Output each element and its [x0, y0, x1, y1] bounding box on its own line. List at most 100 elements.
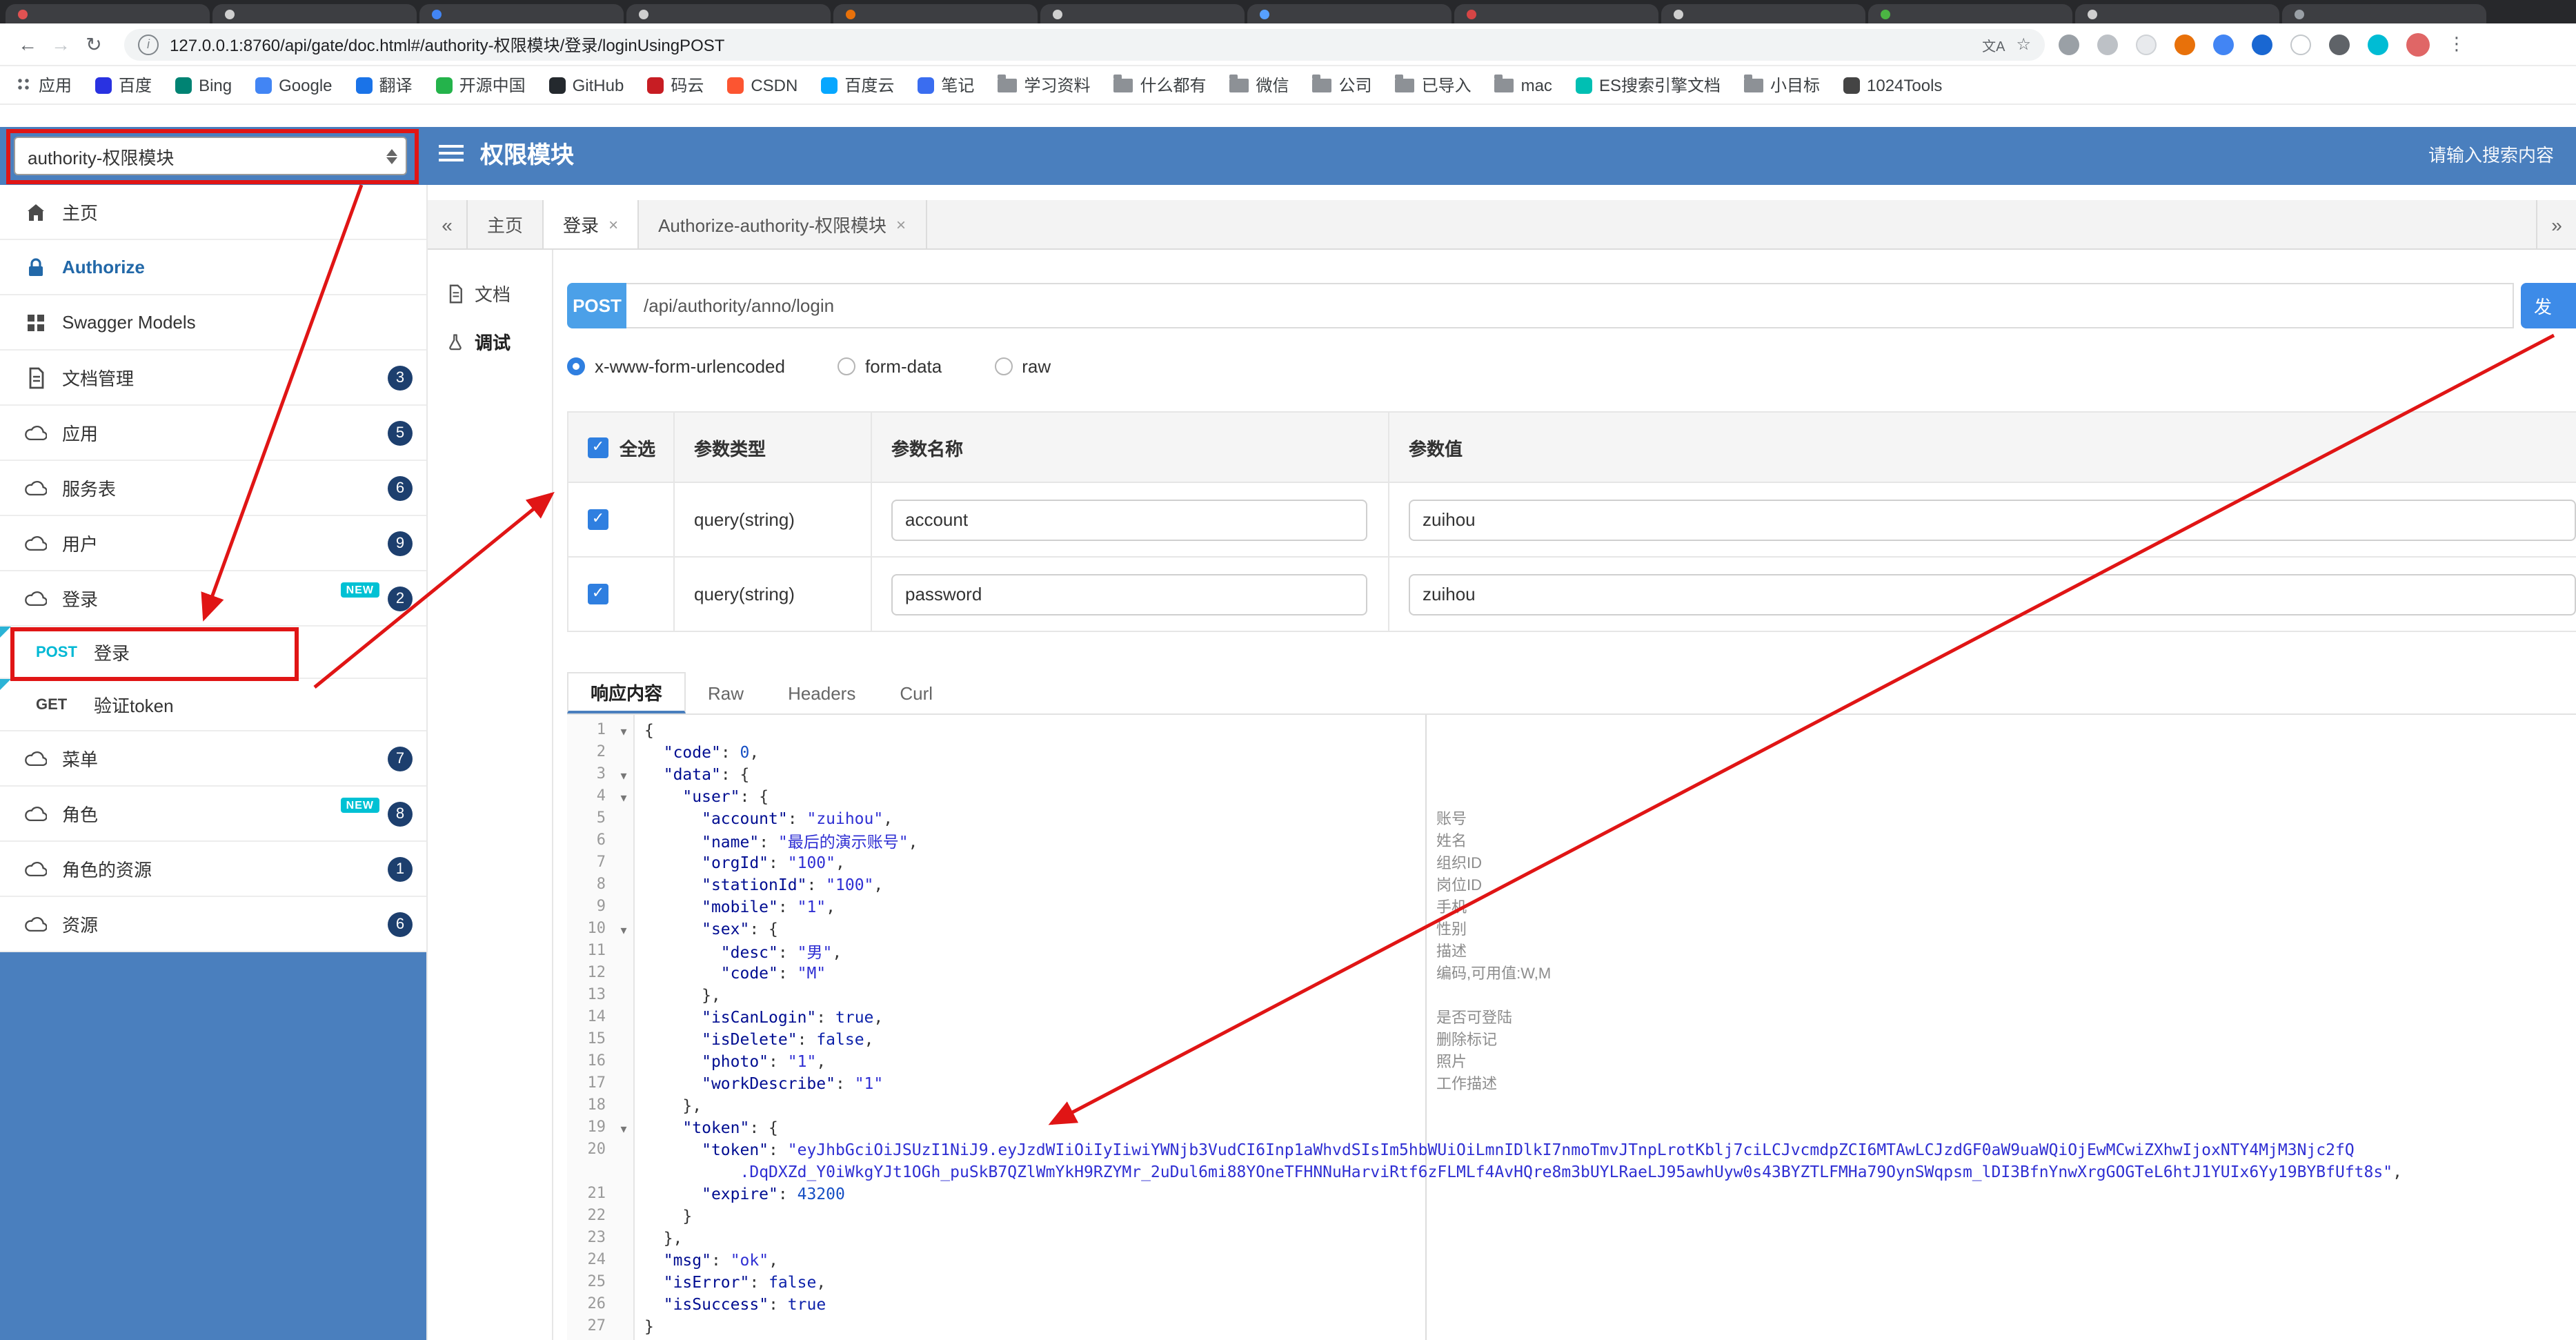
bookmark-item[interactable]: 百度云 — [821, 73, 894, 97]
browser-extension-icon[interactable] — [2329, 34, 2350, 55]
browser-extension-icon[interactable] — [2059, 34, 2079, 55]
browser-tab[interactable] — [1247, 4, 1452, 23]
browser-extension-icon[interactable] — [2174, 34, 2195, 55]
bookmark-item[interactable]: 小目标 — [1743, 73, 1820, 97]
endpoint-item[interactable]: POST 登录 — [0, 627, 426, 679]
browser-tab[interactable] — [2282, 4, 2486, 23]
fold-caret-icon[interactable]: ▾ — [614, 1118, 633, 1140]
bookmark-item[interactable]: 什么都有 — [1113, 73, 1207, 97]
bookmark-item[interactable]: 学习资料 — [998, 73, 1090, 97]
browser-extension-icon[interactable] — [2136, 34, 2157, 55]
browser-tab[interactable] — [626, 4, 831, 23]
endpoint-item[interactable]: GET 验证token — [0, 679, 426, 731]
browser-extension-icon[interactable] — [2368, 34, 2388, 55]
browser-tab[interactable] — [212, 4, 417, 23]
bookmark-item[interactable]: CSDN — [727, 75, 797, 95]
browser-tab[interactable] — [6, 4, 210, 23]
browser-tab[interactable] — [419, 4, 624, 23]
sidebar-item[interactable]: 主页 — [0, 185, 426, 240]
tabs-collapse-button[interactable]: « — [428, 200, 468, 248]
param-value-input[interactable]: zuihou — [1409, 573, 2576, 615]
bookmark-item[interactable]: 公司 — [1312, 73, 1372, 97]
sidebar-item[interactable]: Authorize — [0, 240, 426, 295]
profile-avatar[interactable] — [2406, 32, 2430, 56]
param-value-input[interactable]: zuihou — [1409, 499, 2576, 540]
sidebar-item[interactable]: 文档管理 3 — [0, 351, 426, 406]
browser-tab[interactable] — [1661, 4, 1865, 23]
bookmark-item[interactable]: Bing — [175, 75, 232, 95]
response-tab[interactable]: Headers — [766, 672, 878, 713]
bookmark-item[interactable]: 应用 — [17, 73, 72, 97]
tabs-expand-button[interactable]: » — [2536, 200, 2576, 248]
checkbox-checked-icon[interactable]: ✓ — [588, 584, 608, 604]
browser-menu-icon[interactable]: ⋮ — [2448, 33, 2466, 55]
sidebar-item[interactable]: 角色 NEW 8 — [0, 787, 426, 842]
bookmark-item[interactable]: 微信 — [1229, 73, 1289, 97]
close-tab-icon[interactable]: × — [896, 215, 906, 234]
browser-extension-icon[interactable] — [2290, 34, 2311, 55]
forward-button[interactable]: → — [44, 33, 77, 55]
sidebar-item[interactable]: Swagger Models — [0, 295, 426, 351]
bookmark-item[interactable]: 笔记 — [918, 73, 974, 97]
bookmark-item[interactable]: 1024Tools — [1843, 75, 1942, 95]
sidebar-item[interactable]: 角色的资源 1 — [0, 842, 426, 897]
content-tab[interactable]: Authorize-authority-权限模块 × — [639, 200, 927, 248]
sidebar-item[interactable]: 服务表 6 — [0, 461, 426, 516]
bookmark-item[interactable]: ES搜索引擎文档 — [1575, 73, 1721, 97]
response-tab[interactable]: Curl — [878, 672, 955, 713]
fold-caret-icon[interactable]: ▾ — [614, 919, 633, 941]
browser-extension-icon[interactable] — [2097, 34, 2118, 55]
back-button[interactable]: ← — [11, 33, 44, 55]
param-name-input[interactable]: password — [891, 573, 1367, 615]
bookmark-item[interactable]: 翻译 — [355, 73, 413, 97]
bookmark-item[interactable]: GitHub — [548, 75, 624, 95]
fold-caret-icon[interactable]: ▾ — [614, 765, 633, 787]
bookmark-item[interactable]: 开源中国 — [435, 73, 526, 97]
sidebar-item[interactable]: 应用 5 — [0, 406, 426, 461]
browser-tab[interactable] — [1454, 4, 1658, 23]
content-type-radio[interactable]: x-www-form-urlencoded — [567, 356, 785, 377]
site-favicon-icon — [355, 77, 373, 93]
doc-nav-item-debug[interactable]: 调试 — [428, 317, 552, 366]
param-name-input[interactable]: account — [891, 499, 1367, 540]
bookmark-item[interactable]: 百度 — [95, 73, 152, 97]
browser-extension-icon[interactable] — [2213, 34, 2234, 55]
request-url-input[interactable]: /api/authority/anno/login — [626, 283, 2515, 328]
browser-tab[interactable] — [2075, 4, 2279, 23]
content-type-radio[interactable]: form-data — [837, 356, 942, 377]
browser-extension-icon[interactable] — [2252, 34, 2272, 55]
doc-nav-item-doc[interactable]: 文档 — [428, 269, 552, 317]
search-input[interactable]: 请输入搜索内容 — [2428, 127, 2554, 185]
bookmark-item[interactable]: mac — [1494, 74, 1552, 95]
page-info-icon[interactable]: i — [138, 34, 159, 55]
sidebar-item[interactable]: 用户 9 — [0, 516, 426, 571]
select-all-checkbox[interactable]: ✓ — [588, 437, 608, 457]
reload-button[interactable]: ↻ — [77, 32, 110, 56]
bookmark-item[interactable]: 码云 — [647, 73, 704, 97]
fold-caret-icon[interactable]: ▾ — [614, 787, 633, 809]
bookmark-item[interactable]: Google — [255, 75, 333, 95]
translate-icon[interactable]: 文A — [1982, 34, 2005, 55]
send-button[interactable]: 发 — [2521, 283, 2576, 328]
browser-tab[interactable] — [833, 4, 1038, 23]
content-tab[interactable]: 主页 — [468, 200, 544, 248]
browser-tab[interactable] — [1868, 4, 2072, 23]
menu-toggle-icon[interactable] — [439, 145, 464, 166]
sidebar-item[interactable]: 登录 NEW 2 — [0, 571, 426, 627]
response-tab[interactable]: 响应内容 — [567, 672, 686, 713]
fold-caret-icon[interactable]: ▾ — [614, 720, 633, 742]
sidebar-item[interactable]: 资源 6 — [0, 897, 426, 952]
close-tab-icon[interactable]: × — [608, 215, 618, 234]
browser-tab[interactable] — [1040, 4, 1245, 23]
content-tab[interactable]: 登录 × — [544, 200, 640, 248]
module-select[interactable]: authority-权限模块 — [14, 137, 407, 175]
response-tab[interactable]: Raw — [686, 672, 766, 713]
checkbox-checked-icon[interactable]: ✓ — [588, 509, 608, 530]
code-editor[interactable]: 1 ▾{2 "code": 0, 3 ▾ "data": {4 ▾ "user": {5… — [567, 715, 2576, 1340]
address-bar[interactable]: i 127.0.0.1:8760/api/gate/doc.html#/auth… — [124, 28, 2045, 60]
line-number: 20 — [587, 1140, 606, 1158]
bookmark-star-icon[interactable]: ☆ — [2016, 35, 2031, 54]
bookmark-item[interactable]: 已导入 — [1395, 73, 1472, 97]
sidebar-item[interactable]: 菜单 7 — [0, 731, 426, 787]
content-type-radio[interactable]: raw — [994, 356, 1051, 377]
